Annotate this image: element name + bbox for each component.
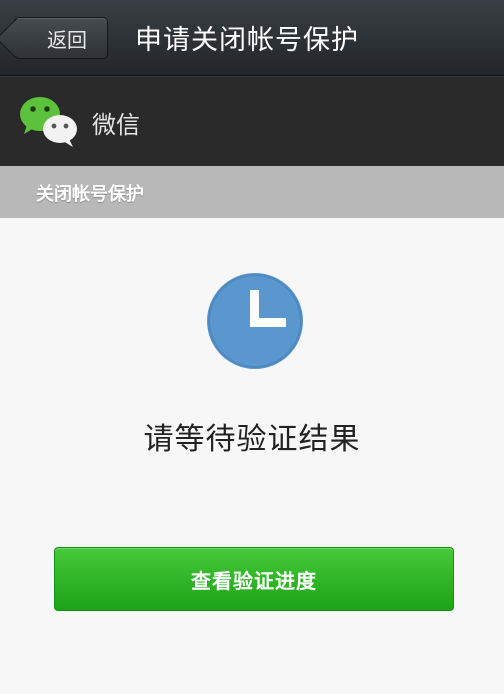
title-bar: 返回 申请关闭帐号保护	[0, 0, 504, 76]
section-title: 关闭帐号保护	[36, 184, 144, 205]
check-progress-button[interactable]: 查看验证进度	[54, 547, 454, 611]
back-button-label: 返回	[47, 27, 87, 52]
section-header: 关闭帐号保护	[0, 166, 504, 218]
status-message: 请等待验证结果	[143, 422, 361, 457]
app-row: 微信	[0, 76, 504, 166]
wechat-logo-icon	[20, 97, 77, 147]
check-progress-button-label: 查看验证进度	[191, 568, 317, 593]
back-button[interactable]: 返回	[14, 17, 108, 59]
clock-icon	[207, 273, 303, 369]
app-name: 微信	[92, 111, 140, 139]
app-screen: 返回 申请关闭帐号保护 微信 关闭帐号保护 请等待验证结果 查看验证进度	[0, 0, 504, 694]
page-title: 申请关闭帐号保护	[135, 25, 359, 56]
